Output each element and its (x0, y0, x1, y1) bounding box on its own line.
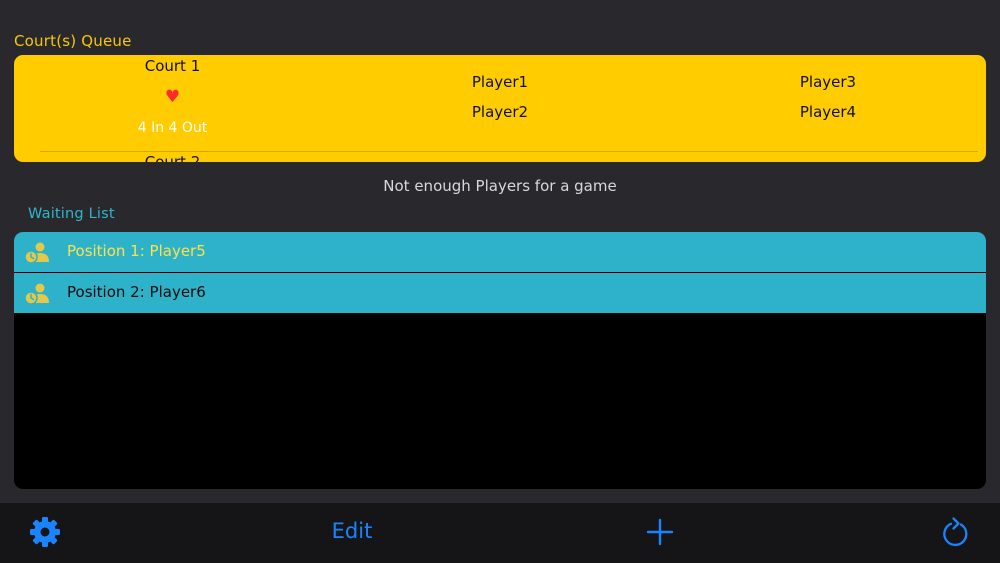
add-button[interactable] (645, 517, 675, 547)
refresh-button[interactable] (940, 515, 972, 549)
next-court-name[interactable]: Court 2 (14, 153, 331, 162)
court-card[interactable]: Court 1 ♥ 4 In 4 Out Player1 Player2 Pla… (14, 55, 986, 162)
bottom-toolbar: Edit (0, 503, 1000, 563)
court-mode: 4 In 4 Out (137, 120, 208, 136)
court-name: Court 1 (144, 57, 201, 75)
row-divider (40, 151, 978, 152)
player-slot: Player4 (799, 103, 857, 121)
players-icon (24, 242, 49, 264)
status-message: Not enough Players for a game (383, 177, 617, 195)
refresh-icon (943, 517, 968, 547)
player-slot: Player1 (471, 73, 529, 91)
waiting-list-item[interactable]: Position 2: Player6 (14, 273, 986, 313)
waiting-item-label: Position 1: Player5 (67, 242, 206, 260)
waiting-item-label: Position 2: Player6 (67, 283, 206, 301)
app-screen: Court(s) Queue Court 1 ♥ 4 In 4 Out Play… (0, 0, 1000, 563)
waiting-list-title: Waiting List (28, 206, 115, 222)
waiting-list-item[interactable]: Position 1: Player5 (14, 232, 986, 273)
courts-queue-title: Court(s) Queue (14, 32, 132, 50)
plus-icon (646, 518, 674, 546)
player-slot: Player3 (799, 73, 857, 91)
settings-button[interactable] (29, 516, 61, 548)
player-slot: Player2 (471, 103, 529, 121)
edit-button[interactable]: Edit (318, 519, 386, 543)
heart-icon: ♥ (164, 87, 181, 107)
players-icon (24, 283, 49, 305)
gear-icon (30, 517, 60, 547)
waiting-list: Position 1: Player5 Position 2: Player6 (14, 232, 986, 489)
